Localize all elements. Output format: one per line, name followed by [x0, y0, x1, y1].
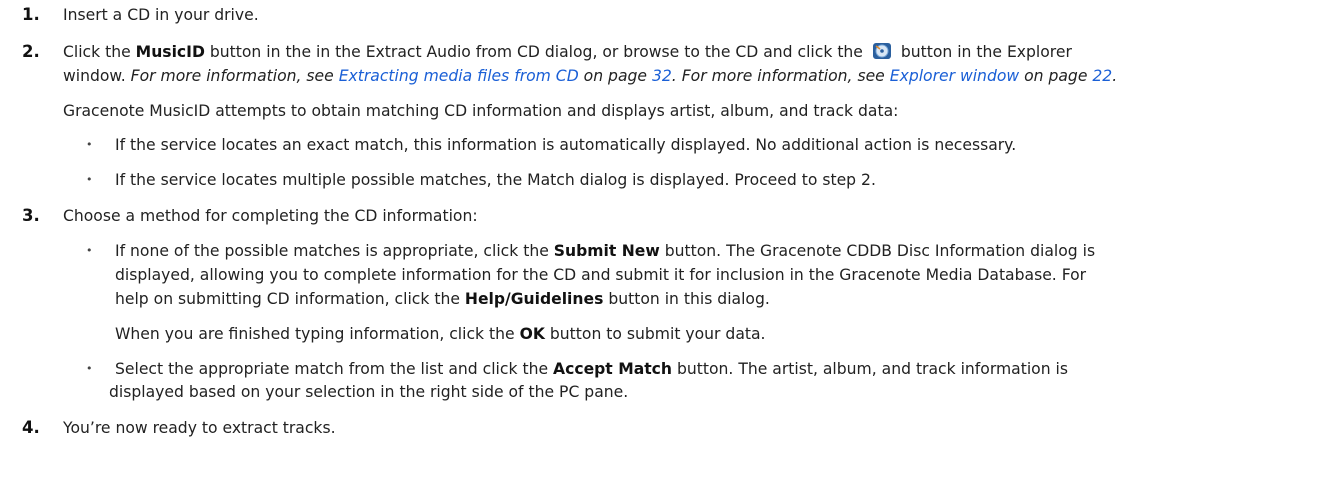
step-number: 1. — [22, 5, 40, 24]
bullet-icon: • — [86, 362, 93, 375]
bullet-icon: • — [86, 173, 93, 186]
page-link-32[interactable]: 32 — [652, 67, 672, 85]
step-text: You’re now ready to extract tracks. — [63, 419, 336, 437]
bullet-icon: • — [86, 138, 93, 151]
step-number: 2. — [22, 42, 40, 61]
step-number: 4. — [22, 418, 40, 437]
step-text: Insert a CD in your drive. — [63, 6, 259, 24]
page-link-22[interactable]: 22 — [1092, 67, 1112, 85]
bullet-icon: • — [86, 244, 93, 257]
link-explorer-window[interactable]: Explorer window — [890, 67, 1019, 85]
step-text: Choose a method for completing the CD in… — [63, 207, 478, 225]
step-number: 3. — [22, 206, 40, 225]
link-extracting-media[interactable]: Extracting media files from CD — [339, 67, 579, 85]
step-text: Click the MusicID button in the in the E… — [63, 43, 1072, 61]
musicid-label: MusicID — [135, 43, 205, 61]
musicid-cd-icon — [872, 43, 891, 59]
